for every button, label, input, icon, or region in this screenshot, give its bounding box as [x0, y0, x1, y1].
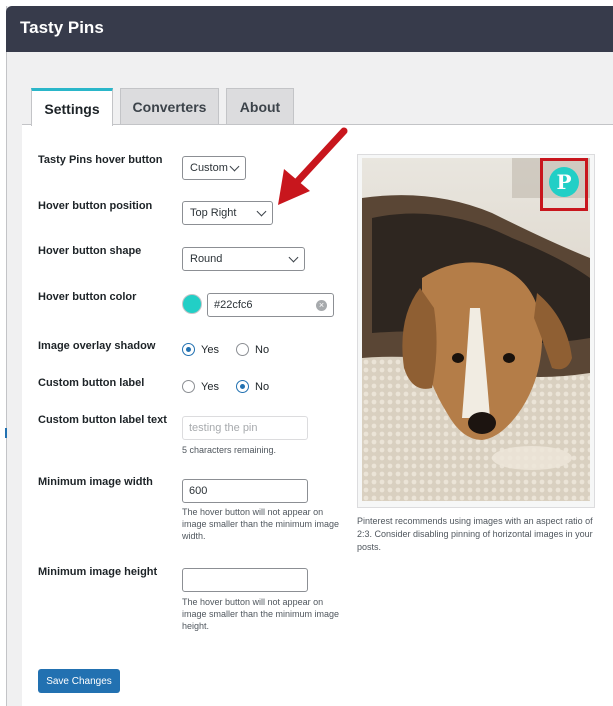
tab-settings[interactable]: Settings — [31, 88, 113, 126]
color-swatch[interactable] — [182, 294, 202, 314]
annotation-arrow-icon — [278, 127, 348, 205]
radio-unselected-icon — [182, 380, 195, 393]
app-title: Tasty Pins — [20, 18, 104, 37]
radio-unselected-icon — [236, 343, 249, 356]
position-select-value: Top Right — [190, 207, 237, 219]
label-min-width: Minimum image width — [38, 476, 153, 488]
tab-converters[interactable]: Converters — [120, 88, 219, 124]
label-min-height: Minimum image height — [38, 566, 158, 578]
shape-select[interactable]: Round — [182, 247, 305, 271]
save-button[interactable]: Save Changes — [38, 669, 120, 693]
overlay-shadow-no-label: No — [255, 343, 270, 356]
app-header: Tasty Pins — [6, 6, 613, 52]
pin-highlight-box — [540, 158, 588, 211]
overlay-shadow-no[interactable]: No — [236, 343, 269, 356]
min-height-input[interactable] — [182, 568, 308, 592]
overlay-shadow-yes[interactable]: Yes — [182, 343, 219, 356]
radio-selected-icon — [182, 343, 195, 356]
shape-select-value: Round — [190, 253, 223, 265]
label-shape: Hover button shape — [38, 245, 142, 257]
custom-label-text-input[interactable]: testing the pin — [182, 416, 308, 440]
characters-remaining: 5 characters remaining. — [182, 445, 277, 455]
chevron-down-icon — [256, 206, 267, 217]
min-width-help: The hover button will not appear on imag… — [182, 507, 340, 541]
chevron-down-icon — [229, 161, 240, 172]
chevron-down-icon — [288, 252, 299, 263]
color-input[interactable]: #22cfc6 × — [207, 293, 334, 317]
label-position: Hover button position — [38, 200, 153, 212]
custom-label-yes-label: Yes — [201, 380, 219, 393]
hover-button-select[interactable]: Custom — [182, 156, 246, 180]
label-custom-label-text: Custom button label text — [38, 414, 167, 426]
label-overlay-shadow: Image overlay shadow — [38, 340, 156, 352]
hover-button-select-value: Custom — [190, 162, 228, 174]
custom-label-yes[interactable]: Yes — [182, 380, 219, 393]
label-hover-button: Tasty Pins hover button — [38, 154, 163, 166]
custom-label-no[interactable]: No — [236, 380, 269, 393]
color-input-value: #22cfc6 — [214, 299, 253, 311]
custom-label-no-label: No — [255, 380, 270, 393]
custom-label-text-value: testing the pin — [189, 422, 258, 434]
edge-marker — [5, 428, 7, 438]
label-custom-label: Custom button label — [38, 377, 145, 389]
min-width-value: 600 — [189, 485, 208, 497]
min-height-help: The hover button will not appear on imag… — [182, 597, 340, 631]
clear-icon[interactable]: × — [316, 300, 327, 311]
label-color: Hover button color — [38, 291, 137, 303]
overlay-shadow-yes-label: Yes — [201, 343, 219, 356]
tab-about[interactable]: About — [226, 88, 294, 124]
radio-selected-icon — [236, 380, 249, 393]
position-select[interactable]: Top Right — [182, 201, 273, 225]
min-width-input[interactable]: 600 — [182, 479, 308, 503]
aspect-ratio-note: Pinterest recommends using images with a… — [357, 516, 593, 552]
